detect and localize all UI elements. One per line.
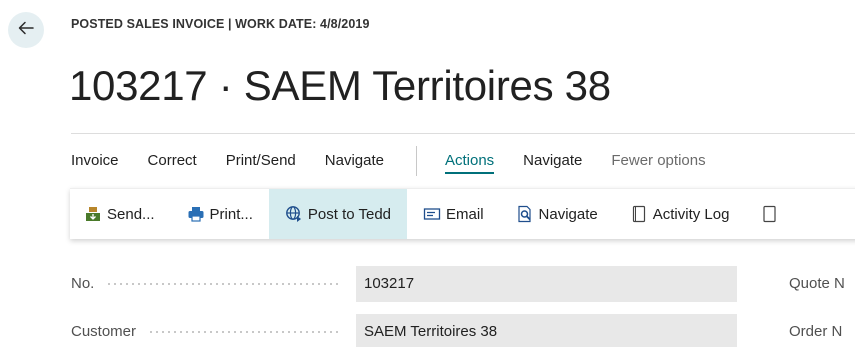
- more-actions-button[interactable]: [745, 189, 800, 239]
- post-to-tedd-label: Post to Tedd: [307, 205, 392, 223]
- menu-invoice[interactable]: Invoice: [71, 151, 119, 171]
- print-button[interactable]: Print...: [171, 189, 269, 239]
- action-menu-bar: Invoice Correct Print/Send Navigate Acti…: [71, 140, 735, 182]
- fewer-options-button[interactable]: Fewer options: [611, 151, 705, 171]
- navigate-document-icon: [516, 205, 534, 223]
- post-to-tedd-button[interactable]: Post to Tedd: [268, 189, 408, 239]
- email-icon: [423, 205, 441, 223]
- activity-log-label: Activity Log: [652, 205, 730, 223]
- menu-navigate-secondary[interactable]: Navigate: [523, 151, 582, 171]
- send-label: Send...: [107, 205, 155, 223]
- field-no-label-wrap: No.: [71, 266, 351, 302]
- title-divider: [71, 133, 855, 134]
- page-title: 103217 · SAEM Territoires 38: [69, 62, 611, 109]
- action-toolbar: Send... Print... Post to Tedd Email Navi…: [70, 188, 855, 239]
- email-label: Email: [446, 205, 484, 223]
- menu-separator: [415, 146, 417, 176]
- email-button[interactable]: Email: [407, 189, 500, 239]
- field-no: No. 103217 Quote N: [71, 266, 855, 302]
- field-customer: Customer SAEM Territoires 38 Order N: [71, 314, 855, 347]
- field-no-value[interactable]: 103217: [356, 266, 737, 302]
- page-caption: POSTED SALES INVOICE | WORK DATE: 4/8/20…: [71, 17, 370, 31]
- send-icon: [84, 205, 102, 223]
- menu-correct[interactable]: Correct: [148, 151, 197, 171]
- label-dots: [106, 283, 341, 285]
- print-label: Print...: [209, 205, 253, 223]
- globe-icon: [285, 205, 303, 223]
- activity-log-button[interactable]: Activity Log: [614, 189, 746, 239]
- field-quote-no-label: Quote N: [789, 275, 845, 292]
- navigate-button[interactable]: Navigate: [500, 189, 614, 239]
- printer-icon: [187, 205, 205, 223]
- arrow-left-icon: [16, 18, 36, 43]
- send-button[interactable]: Send...: [70, 189, 171, 239]
- menu-actions[interactable]: Actions: [444, 151, 495, 174]
- field-customer-value[interactable]: SAEM Territoires 38: [356, 314, 737, 347]
- label-dots: [148, 331, 341, 333]
- field-customer-label-wrap: Customer: [71, 314, 351, 347]
- activity-log-icon: [630, 205, 648, 223]
- back-button[interactable]: [8, 12, 44, 48]
- field-order-no-label: Order N: [789, 323, 843, 340]
- navigate-label: Navigate: [538, 205, 598, 223]
- menu-navigate[interactable]: Navigate: [325, 151, 384, 171]
- menu-print-send[interactable]: Print/Send: [226, 151, 296, 171]
- document-icon: [761, 205, 779, 223]
- field-customer-label: Customer: [71, 323, 137, 340]
- field-no-label: No.: [71, 275, 95, 292]
